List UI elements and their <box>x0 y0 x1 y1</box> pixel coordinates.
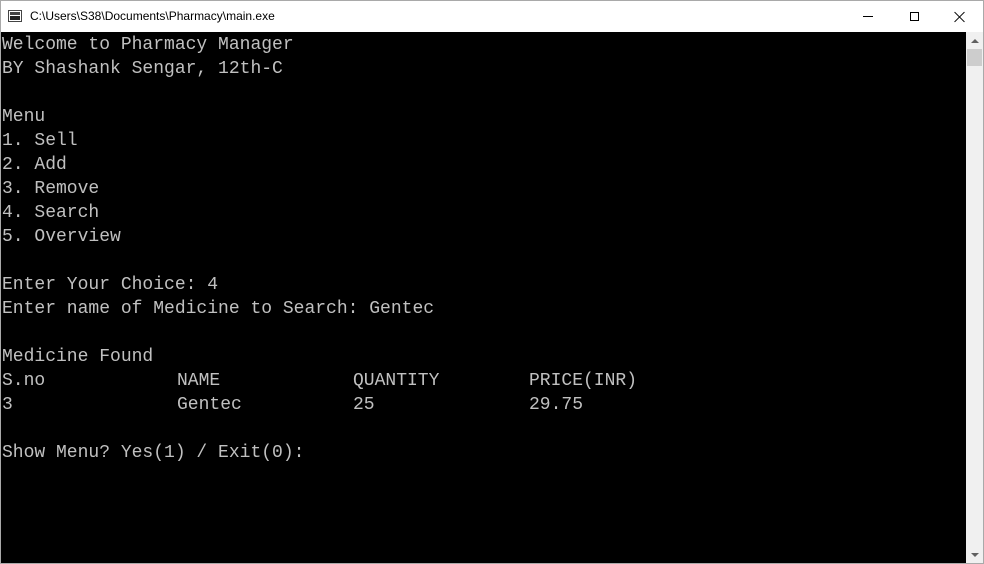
table-cell-name: Gentec <box>177 395 242 415</box>
result-title: Medicine Found <box>2 347 154 367</box>
console-output[interactable]: Welcome to Pharmacy Manager BY Shashank … <box>1 32 966 563</box>
show-menu-prompt: Show Menu? Yes(1) / Exit(0): <box>2 443 305 463</box>
table-header-quantity: QUANTITY <box>353 371 440 391</box>
menu-title: Menu <box>2 107 46 127</box>
scroll-down-arrow-icon <box>970 552 979 557</box>
menu-item-remove: 3. Remove <box>2 179 100 199</box>
table-header-sno: S.no <box>2 371 46 391</box>
table-cell-sno: 3 <box>2 395 13 415</box>
table-row: 3 Gentec 25 29.75 <box>2 393 902 417</box>
menu-item-sell: 1. Sell <box>2 131 78 151</box>
menu-item-add: 2. Add <box>2 155 67 175</box>
window-title: C:\Users\S38\Documents\Pharmacy\main.exe <box>30 9 275 23</box>
vertical-scrollbar[interactable] <box>966 32 983 563</box>
close-icon <box>954 11 966 23</box>
table-header-price: PRICE(INR) <box>529 371 638 391</box>
welcome-line: Welcome to Pharmacy Manager <box>2 35 294 55</box>
title-bar[interactable]: C:\Users\S38\Documents\Pharmacy\main.exe <box>1 1 983 32</box>
menu-item-search: 4. Search <box>2 203 100 223</box>
console-window: C:\Users\S38\Documents\Pharmacy\main.exe… <box>0 0 984 564</box>
minimize-icon <box>863 16 873 17</box>
scroll-down-button[interactable] <box>966 546 983 563</box>
maximize-button[interactable] <box>891 1 937 32</box>
choice-prompt: Enter Your Choice: 4 <box>2 275 219 295</box>
scroll-up-button[interactable] <box>966 32 983 49</box>
minimize-button[interactable] <box>845 1 891 32</box>
menu-item-overview: 5. Overview <box>2 227 121 247</box>
close-button[interactable] <box>937 1 983 32</box>
scrollbar-thumb[interactable] <box>967 49 982 66</box>
console-window-icon[interactable] <box>8 10 22 22</box>
scroll-up-arrow-icon <box>970 38 979 43</box>
table-header-row: S.no NAME QUANTITY PRICE(INR) <box>2 369 902 393</box>
maximize-icon <box>909 12 919 21</box>
table-header-name: NAME <box>177 371 221 391</box>
author-line: BY Shashank Sengar, 12th-C <box>2 59 283 79</box>
search-prompt: Enter name of Medicine to Search: Gentec <box>2 299 435 319</box>
table-cell-price: 29.75 <box>529 395 584 415</box>
table-cell-quantity: 25 <box>353 395 375 415</box>
